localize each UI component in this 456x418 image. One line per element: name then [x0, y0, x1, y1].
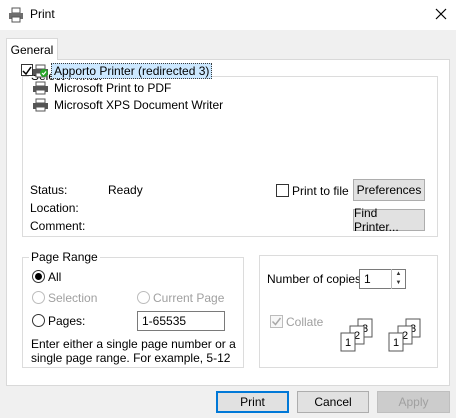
- location-label: Location:: [30, 201, 79, 215]
- printer-icon: [8, 7, 24, 23]
- printer-item-apporto[interactable]: Apporto Printer (redirected 3): [21, 62, 278, 79]
- page-range-legend: Page Range: [31, 250, 98, 264]
- preferences-button[interactable]: Preferences: [353, 179, 425, 201]
- checkmark-icon: [21, 64, 33, 76]
- printer-list[interactable]: Apporto Printer (redirected 3) Microsoft…: [21, 62, 278, 113]
- collate-checkbox[interactable]: [270, 315, 283, 328]
- printer-icon: [32, 98, 50, 112]
- close-icon: [435, 8, 447, 23]
- pages-input[interactable]: 1-65535: [137, 311, 225, 331]
- current-page-radio[interactable]: [137, 291, 150, 304]
- status-label: Status:: [30, 183, 68, 197]
- all-label: All: [48, 270, 62, 284]
- status-value: Ready: [108, 183, 143, 197]
- spin-down-icon[interactable]: ▼: [392, 278, 405, 287]
- printer-icon: [32, 81, 50, 95]
- checkmark-icon: [271, 317, 282, 326]
- print-to-file-label: Print to file: [292, 184, 349, 198]
- cancel-button[interactable]: Cancel: [297, 391, 369, 413]
- all-radio[interactable]: [32, 270, 45, 283]
- collate-pages-icon: 3 2 1: [340, 318, 373, 352]
- apply-button[interactable]: Apply: [377, 391, 450, 413]
- collate-pages-icon: 3 2 1: [388, 318, 421, 352]
- printer-item-pdf[interactable]: Microsoft Print to PDF: [32, 79, 278, 96]
- collate-page-1: 1: [345, 337, 351, 349]
- current-page-label: Current Page: [153, 291, 225, 305]
- collate-label: Collate: [286, 315, 324, 329]
- pages-radio[interactable]: [32, 314, 45, 327]
- printer-label: Apporto Printer (redirected 3): [51, 62, 213, 79]
- pages-label: Pages:: [48, 314, 86, 328]
- number-of-copies-label: Number of copies:: [267, 272, 365, 286]
- printer-label: Microsoft Print to PDF: [54, 80, 172, 95]
- printer-item-xps[interactable]: Microsoft XPS Document Writer: [32, 96, 278, 113]
- selection-radio[interactable]: [32, 291, 45, 304]
- title-bar: Print: [0, 0, 456, 30]
- window-title: Print: [30, 7, 55, 21]
- selection-label: Selection: [48, 291, 98, 305]
- printer-icon: [32, 64, 50, 78]
- close-button[interactable]: [426, 0, 456, 30]
- spin-up-icon[interactable]: ▲: [392, 269, 405, 278]
- print-to-file-checkbox[interactable]: [276, 184, 289, 197]
- tab-general[interactable]: General: [6, 38, 58, 60]
- comment-label: Comment:: [30, 219, 86, 233]
- copies-spinner[interactable]: ▲ ▼: [391, 269, 405, 289]
- print-button[interactable]: Print: [216, 391, 289, 413]
- collate-page-1: 1: [393, 337, 399, 349]
- find-printer-button[interactable]: Find Printer...: [353, 206, 425, 234]
- printer-label: Microsoft XPS Document Writer: [54, 97, 224, 112]
- page-range-hint: Enter either a single page number or a s…: [31, 337, 236, 365]
